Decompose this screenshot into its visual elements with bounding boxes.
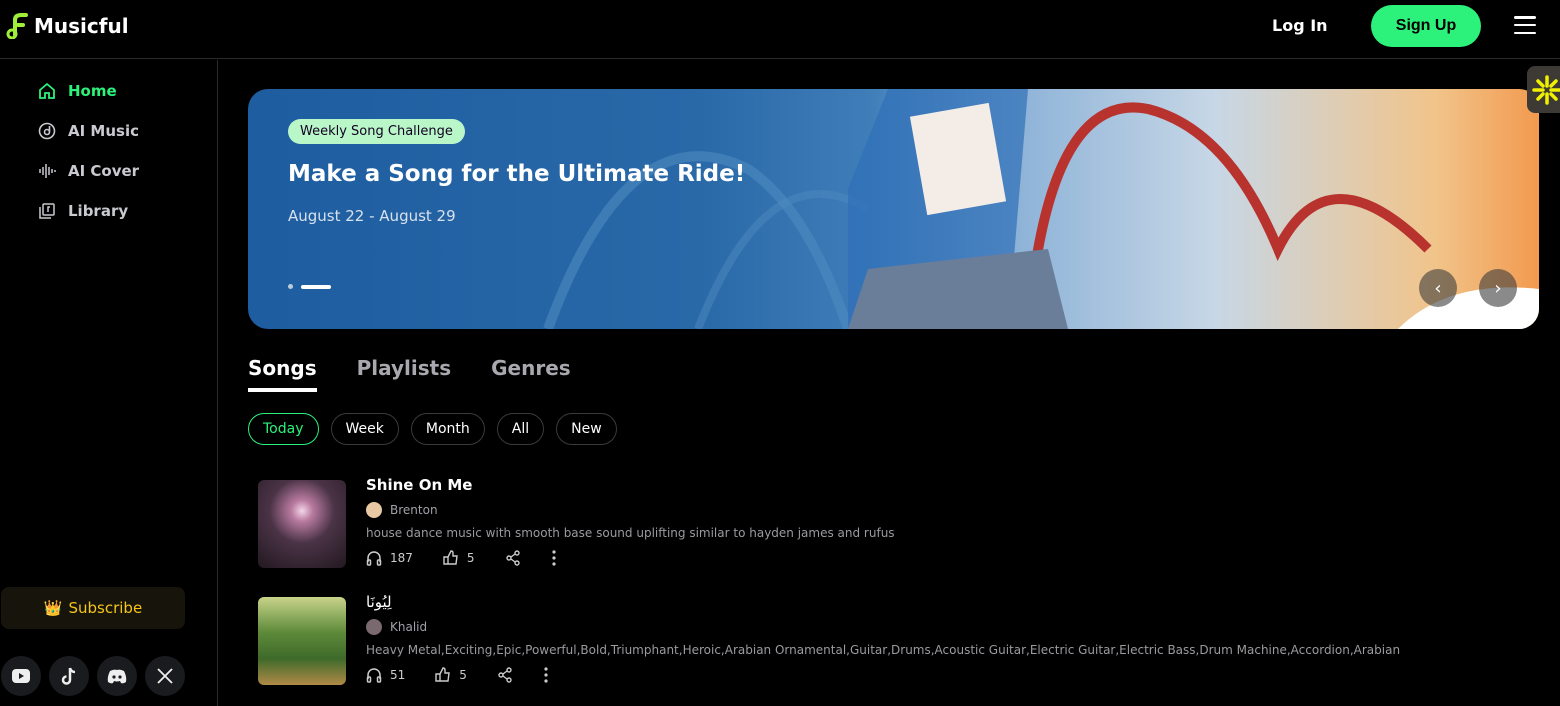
carousel-dot-active[interactable] <box>301 284 331 289</box>
tiktok-icon[interactable] <box>49 656 89 696</box>
login-link[interactable]: Log In <box>1272 16 1328 35</box>
share-icon[interactable] <box>497 667 513 683</box>
banner-dates: August 22 - August 29 <box>288 207 456 225</box>
headphones-icon <box>366 551 382 566</box>
headphones-icon <box>366 668 382 683</box>
crown-icon: 👑 <box>43 599 63 617</box>
hero-banner[interactable]: Weekly Song Challenge Make a Song for th… <box>248 89 1539 329</box>
song-description: house dance music with smooth base sound… <box>366 526 895 540</box>
content-tabs: Songs Playlists Genres <box>248 356 571 392</box>
challenge-badge: Weekly Song Challenge <box>288 119 465 144</box>
like-count: 5 <box>466 551 475 565</box>
song-list-item[interactable]: لِيُونَا Khalid Heavy Metal,Exciting,Epi… <box>258 593 1401 685</box>
song-description: Heavy Metal,Exciting,Epic,Powerful,Bold,… <box>366 643 1401 657</box>
song-title[interactable]: لِيُونَا <box>366 593 1400 611</box>
logo[interactable]: Musicful <box>6 13 129 39</box>
chevron-left-icon[interactable]: ‹ <box>1419 269 1457 307</box>
sidebar-item-label: AI Music <box>68 122 139 140</box>
disc-icon <box>38 122 56 140</box>
avatar[interactable] <box>366 502 382 518</box>
sidebar: Home AI Music AI Cover Library 👑 Subscri… <box>0 60 218 706</box>
sidebar-item-label: Home <box>68 82 117 100</box>
sidebar-item-library[interactable]: Library <box>38 202 128 220</box>
chevron-right-icon[interactable]: › <box>1479 269 1517 307</box>
youtube-icon[interactable] <box>1 656 41 696</box>
signup-button[interactable]: Sign Up <box>1371 5 1481 47</box>
filter-all[interactable]: All <box>496 413 545 445</box>
tab-playlists[interactable]: Playlists <box>357 356 452 392</box>
time-filters: Today Week Month All New <box>248 413 617 445</box>
sidebar-item-ai-cover[interactable]: AI Cover <box>38 162 139 180</box>
subscribe-label: Subscribe <box>68 599 143 617</box>
thumbs-up-icon[interactable] <box>435 667 451 683</box>
sidebar-item-label: AI Cover <box>68 162 140 180</box>
share-icon[interactable] <box>505 550 521 566</box>
play-count: 51 <box>390 668 406 682</box>
song-title[interactable]: Shine On Me <box>366 476 895 494</box>
filter-month[interactable]: Month <box>410 413 485 445</box>
sidebar-item-home[interactable]: Home <box>38 82 117 100</box>
home-icon <box>39 82 55 99</box>
sidebar-item-label: Library <box>68 202 129 220</box>
carousel-dot[interactable] <box>288 284 293 289</box>
more-options-icon[interactable] <box>543 667 549 683</box>
musicful-logo-icon <box>6 13 28 39</box>
discord-icon[interactable] <box>97 656 137 696</box>
brand-name: Musicful <box>34 14 129 38</box>
subscribe-button[interactable]: 👑 Subscribe <box>1 587 185 629</box>
sidebar-item-ai-music[interactable]: AI Music <box>38 122 139 140</box>
more-options-icon[interactable] <box>551 550 557 566</box>
sparkle-widget-icon[interactable] <box>1527 66 1560 113</box>
avatar[interactable] <box>366 619 382 635</box>
x-icon[interactable] <box>145 656 185 696</box>
hamburger-menu-icon[interactable] <box>1514 16 1536 34</box>
thumbs-up-icon[interactable] <box>443 550 459 566</box>
filter-today[interactable]: Today <box>248 413 319 445</box>
like-count: 5 <box>459 668 467 682</box>
song-list-item[interactable]: Shine On Me Brenton house dance music wi… <box>258 476 895 568</box>
social-links <box>1 656 185 696</box>
song-cover[interactable] <box>258 597 346 685</box>
play-count: 187 <box>390 551 413 565</box>
filter-week[interactable]: Week <box>330 413 399 445</box>
tab-genres[interactable]: Genres <box>491 356 571 392</box>
artist-name[interactable]: Khalid <box>390 620 427 634</box>
song-cover[interactable] <box>258 480 346 568</box>
carousel-dots <box>288 284 331 289</box>
library-icon <box>39 203 55 219</box>
waveform-icon <box>39 164 56 178</box>
artist-name[interactable]: Brenton <box>390 503 438 517</box>
tab-songs[interactable]: Songs <box>248 356 317 392</box>
filter-new[interactable]: New <box>556 413 617 445</box>
banner-title: Make a Song for the Ultimate Ride! <box>288 161 746 187</box>
top-bar: Musicful Log In Sign Up <box>0 0 1560 59</box>
